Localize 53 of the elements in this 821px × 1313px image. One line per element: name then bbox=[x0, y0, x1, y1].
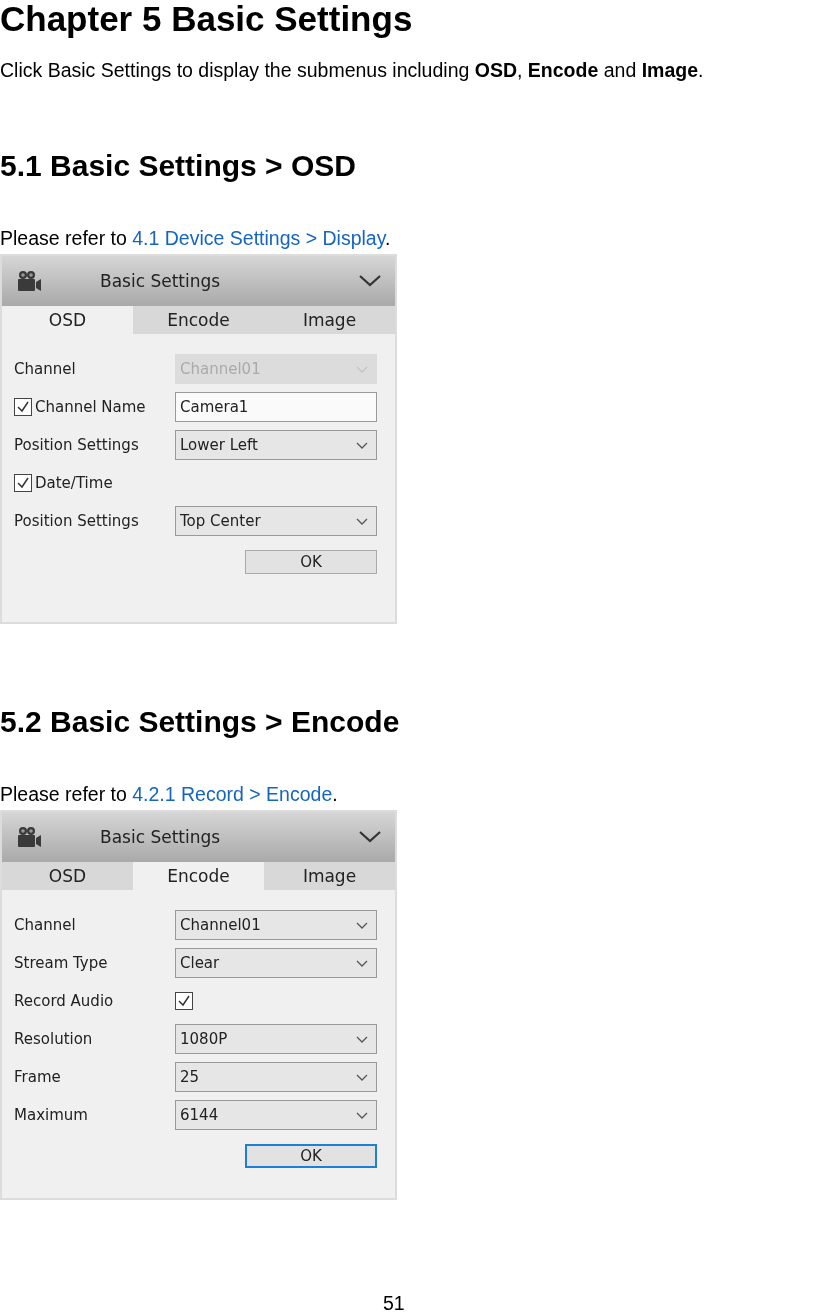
field-label: Maximum bbox=[14, 1106, 88, 1124]
text-field[interactable]: Camera1 bbox=[175, 392, 377, 422]
camera-icon bbox=[16, 270, 42, 292]
collapse-chevron-icon[interactable] bbox=[359, 831, 381, 843]
checkbox[interactable] bbox=[175, 992, 193, 1010]
page-number: 51 bbox=[383, 1292, 405, 1313]
chevron-down-icon bbox=[356, 959, 368, 967]
reference-text: Please refer to 4.1 Device Settings > Display. bbox=[0, 226, 391, 250]
dropdown[interactable]: Channel01 bbox=[175, 910, 377, 940]
dropdown[interactable]: 25 bbox=[175, 1062, 377, 1092]
chevron-down-icon bbox=[356, 517, 368, 525]
tab[interactable]: Encode bbox=[133, 862, 264, 890]
section-heading: 5.1 Basic Settings > OSD bbox=[0, 148, 356, 184]
chevron-down-icon bbox=[356, 1035, 368, 1043]
tab[interactable]: OSD bbox=[2, 862, 133, 890]
ok-button[interactable]: OK bbox=[245, 1144, 377, 1168]
checkbox[interactable] bbox=[14, 474, 32, 492]
dropdown[interactable]: Top Center bbox=[175, 506, 377, 536]
field-label: Channel bbox=[14, 360, 76, 378]
tab[interactable]: OSD bbox=[2, 306, 133, 334]
field-label: Frame bbox=[14, 1068, 61, 1086]
tab[interactable]: Image bbox=[264, 862, 395, 890]
collapse-chevron-icon[interactable] bbox=[359, 275, 381, 287]
chevron-down-icon bbox=[356, 365, 368, 373]
checkbox-label: Channel Name bbox=[35, 398, 146, 416]
dropdown[interactable]: 1080P bbox=[175, 1024, 377, 1054]
checkbox-label: Date/Time bbox=[35, 474, 113, 492]
field-label: Record Audio bbox=[14, 992, 114, 1010]
chevron-down-icon bbox=[356, 441, 368, 449]
intro-text: Click Basic Settings to display the submenus including OSD, Encode and Image. bbox=[0, 58, 705, 82]
reference-text: Please refer to 4.2.1 Record > Encode. bbox=[0, 782, 338, 806]
reference-link[interactable]: 4.2.1 Record > Encode bbox=[132, 783, 333, 805]
reference-link[interactable]: 4.1 Device Settings > Display bbox=[132, 227, 385, 249]
camera-icon bbox=[16, 826, 42, 848]
panel-title: Basic Settings bbox=[100, 271, 222, 291]
field-label: Position Settings bbox=[14, 436, 139, 454]
ok-button[interactable]: OK bbox=[245, 550, 377, 574]
panel-title: Basic Settings bbox=[100, 827, 222, 847]
tab[interactable]: Image bbox=[264, 306, 395, 334]
chevron-down-icon bbox=[356, 1111, 368, 1119]
chevron-down-icon bbox=[356, 921, 368, 929]
field-label: Channel bbox=[14, 916, 76, 934]
checkbox[interactable] bbox=[14, 398, 32, 416]
chevron-down-icon bbox=[356, 1073, 368, 1081]
field-label: Resolution bbox=[14, 1030, 93, 1048]
chapter-title: Chapter 5 Basic Settings bbox=[0, 0, 413, 38]
dropdown[interactable]: 6144 bbox=[175, 1100, 377, 1130]
tab[interactable]: Encode bbox=[133, 306, 264, 334]
dropdown[interactable]: Lower Left bbox=[175, 430, 377, 460]
field-label: Stream Type bbox=[14, 954, 108, 972]
dropdown[interactable]: Clear bbox=[175, 948, 377, 978]
field-label: Position Settings bbox=[14, 512, 139, 530]
section-heading: 5.2 Basic Settings > Encode bbox=[0, 704, 400, 740]
